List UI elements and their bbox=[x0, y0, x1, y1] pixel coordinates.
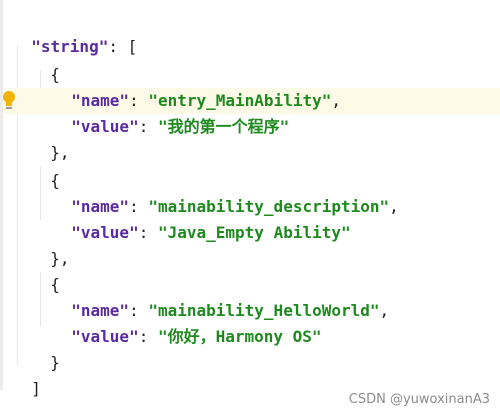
value-key: "value" bbox=[71, 327, 139, 346]
code-line-object-close[interactable]: }, bbox=[31, 220, 69, 268]
code-line-object-open[interactable]: { bbox=[31, 246, 60, 294]
value-string: "Java_Empty Ability" bbox=[157, 223, 351, 242]
code-line-object-open[interactable]: { bbox=[31, 142, 60, 190]
value-string: "你好，Harmony OS" bbox=[157, 327, 322, 346]
code-line-name[interactable]: "name": "entry_MainAbility", bbox=[52, 62, 341, 110]
code-line-object-close[interactable]: } bbox=[31, 324, 60, 372]
code-line-root[interactable]: "string": [ bbox=[12, 8, 137, 56]
array-open-bracket: [ bbox=[127, 37, 138, 56]
value-key: "value" bbox=[71, 117, 139, 136]
value-key: "value" bbox=[71, 223, 139, 242]
code-line-value[interactable]: "value": "我的第一个程序" bbox=[52, 88, 289, 136]
code-line-array-close[interactable]: ] bbox=[12, 350, 41, 398]
value-string: "我的第一个程序" bbox=[157, 117, 290, 136]
code-line-name[interactable]: "name": "mainability_description", bbox=[52, 168, 399, 216]
code-line-value[interactable]: "value": "Java_Empty Ability" bbox=[52, 194, 350, 242]
code-line-name[interactable]: "name": "mainability_HelloWorld", bbox=[52, 272, 389, 320]
editor-gutter bbox=[0, 0, 3, 390]
lightbulb-icon[interactable] bbox=[1, 89, 17, 111]
code-line-value[interactable]: "value": "你好，Harmony OS" bbox=[52, 298, 321, 346]
code-line-object-open[interactable]: { bbox=[31, 36, 60, 84]
code-line-object-close[interactable]: }, bbox=[31, 114, 69, 162]
array-close-bracket: ] bbox=[31, 379, 41, 398]
watermark: CSDN @yuwoxinanA3 bbox=[348, 392, 490, 407]
